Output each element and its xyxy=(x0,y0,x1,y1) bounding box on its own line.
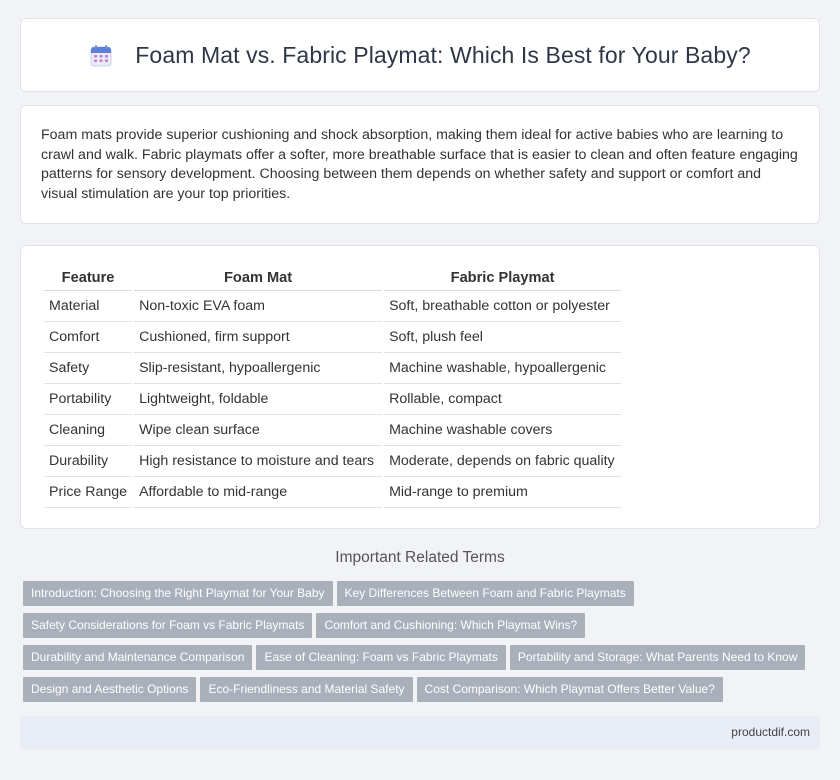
foam-cell: Affordable to mid-range xyxy=(134,477,383,508)
related-term-tag[interactable]: Introduction: Choosing the Right Playmat… xyxy=(23,581,333,606)
fabric-cell: Rollable, compact xyxy=(384,384,622,415)
related-term-tag[interactable]: Cost Comparison: Which Playmat Offers Be… xyxy=(416,677,723,702)
feature-cell: Price Range xyxy=(44,477,133,508)
table-row: Durability High resistance to moisture a… xyxy=(44,446,622,477)
intro-section: Foam mats provide superior cushioning an… xyxy=(20,105,820,224)
related-term-tag[interactable]: Durability and Maintenance Comparison xyxy=(23,645,253,670)
feature-cell: Cleaning xyxy=(44,415,133,446)
foam-cell: Non-toxic EVA foam xyxy=(134,291,383,322)
table-row: Portability Lightweight, foldable Rollab… xyxy=(44,384,622,415)
fabric-cell: Soft, breathable cotton or polyester xyxy=(384,291,622,322)
table-row: Price Range Affordable to mid-range Mid-… xyxy=(44,477,622,508)
related-term-tag[interactable]: Design and Aesthetic Options xyxy=(23,677,197,702)
header-feature: Feature xyxy=(44,266,133,291)
related-term-tag[interactable]: Ease of Cleaning: Foam vs Fabric Playmat… xyxy=(256,645,506,670)
table-row: Material Non-toxic EVA foam Soft, breath… xyxy=(44,291,622,322)
intro-text: Foam mats provide superior cushioning an… xyxy=(41,127,798,202)
table-row: Comfort Cushioned, firm support Soft, pl… xyxy=(44,322,622,353)
foam-cell: Lightweight, foldable xyxy=(134,384,383,415)
foam-cell: Slip-resistant, hypoallergenic xyxy=(134,353,383,384)
calendar-icon xyxy=(90,45,112,67)
page-title: Foam Mat vs. Fabric Playmat: Which Is Be… xyxy=(135,41,751,68)
related-terms-list: Introduction: Choosing the Right Playmat… xyxy=(23,581,823,709)
related-term-tag[interactable]: Portability and Storage: What Parents Ne… xyxy=(509,645,806,670)
feature-cell: Portability xyxy=(44,384,133,415)
header-foam-mat: Foam Mat xyxy=(134,266,383,291)
fabric-cell: Soft, plush feel xyxy=(384,322,622,353)
related-terms-title: Important Related Terms xyxy=(335,549,505,566)
foam-cell: Cushioned, firm support xyxy=(134,322,383,353)
related-term-tag[interactable]: Eco-Friendliness and Material Safety xyxy=(200,677,413,702)
comparison-section: Feature Foam Mat Fabric Playmat Material… xyxy=(20,245,820,529)
fabric-cell: Moderate, depends on fabric quality xyxy=(384,446,622,477)
foam-cell: Wipe clean surface xyxy=(134,415,383,446)
fabric-cell: Mid-range to premium xyxy=(384,477,622,508)
header-fabric-playmat: Fabric Playmat xyxy=(384,266,622,291)
feature-cell: Material xyxy=(44,291,133,322)
table-row: Cleaning Wipe clean surface Machine wash… xyxy=(44,415,622,446)
page-header: Foam Mat vs. Fabric Playmat: Which Is Be… xyxy=(20,18,820,92)
footer: productdif.com xyxy=(20,716,820,749)
feature-cell: Safety xyxy=(44,353,133,384)
related-term-tag[interactable]: Safety Considerations for Foam vs Fabric… xyxy=(23,613,313,638)
fabric-cell: Machine washable, hypoallergenic xyxy=(384,353,622,384)
table-header-row: Feature Foam Mat Fabric Playmat xyxy=(44,266,622,291)
related-term-tag[interactable]: Key Differences Between Foam and Fabric … xyxy=(336,581,634,606)
foam-cell: High resistance to moisture and tears xyxy=(134,446,383,477)
feature-cell: Durability xyxy=(44,446,133,477)
table-row: Safety Slip-resistant, hypoallergenic Ma… xyxy=(44,353,622,384)
feature-cell: Comfort xyxy=(44,322,133,353)
related-term-tag[interactable]: Comfort and Cushioning: Which Playmat Wi… xyxy=(316,613,586,638)
fabric-cell: Machine washable covers xyxy=(384,415,622,446)
comparison-table: Feature Foam Mat Fabric Playmat Material… xyxy=(42,266,623,508)
footer-site-link[interactable]: productdif.com xyxy=(731,725,810,739)
